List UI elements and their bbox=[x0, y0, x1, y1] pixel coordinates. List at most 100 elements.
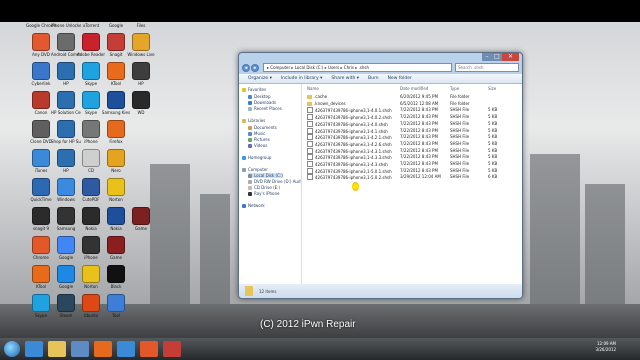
app-icon bbox=[57, 33, 75, 51]
status-bar: 12 items bbox=[239, 284, 522, 298]
nav-favorites[interactable]: Favorites bbox=[242, 87, 266, 92]
file-row[interactable]: 4263797439786-iphone3,1-4.0.1.shsh 7/22/2… bbox=[303, 107, 522, 114]
file-size: 5 KB bbox=[488, 114, 498, 120]
desktop-icon[interactable]: WD bbox=[126, 91, 156, 119]
file-row[interactable]: 4263797439786-iphone3,1-4.0.2.shsh 7/22/2… bbox=[303, 114, 522, 121]
search-input[interactable]: Search .shsh bbox=[455, 63, 519, 72]
address-row: ◂ ▸ ▸ Computer ▸ Local Disk (C:) ▸ Users… bbox=[242, 63, 519, 72]
start-button[interactable] bbox=[4, 341, 20, 357]
share-with-button[interactable]: Share with ▾ bbox=[331, 76, 359, 81]
homegroup-icon bbox=[242, 156, 246, 160]
app-icon bbox=[32, 120, 50, 138]
cd-drive-icon bbox=[248, 186, 252, 190]
app-icon bbox=[107, 207, 125, 225]
nav-dvd-drive[interactable]: DVD RW Drive (D:) Aud bbox=[248, 179, 301, 184]
file-row[interactable]: 4263797439786-iphone3,1-5.0.2.shsh 3/29/2… bbox=[303, 174, 522, 181]
desktop-icon-label: HP bbox=[138, 81, 144, 86]
app-icon bbox=[57, 91, 75, 109]
column-headers: Name Date modified Type Size bbox=[303, 86, 522, 92]
app-icon bbox=[107, 120, 125, 138]
address-bar[interactable]: ▸ Computer ▸ Local Disk (C:) ▸ Users ▸ C… bbox=[263, 63, 452, 72]
column-size[interactable]: Size bbox=[488, 86, 496, 91]
desktop-icon[interactable]: Nero bbox=[101, 149, 131, 177]
nav-downloads[interactable]: Downloads bbox=[248, 100, 276, 105]
taskbar-snagit-icon[interactable] bbox=[163, 341, 181, 357]
column-date-modified[interactable]: Date modified bbox=[400, 86, 428, 91]
file-name-text: 4263797439786-iphone3,1-4.2.1.shsh bbox=[315, 135, 392, 141]
letterbox-top bbox=[0, 0, 640, 22]
nav-documents[interactable]: Documents bbox=[248, 125, 277, 130]
taskbar-ie-icon[interactable] bbox=[25, 341, 43, 357]
column-name[interactable]: Name bbox=[307, 86, 319, 91]
clock[interactable]: 12:09 AM 3/26/2012 bbox=[595, 341, 616, 353]
nav-music[interactable]: Music bbox=[248, 131, 265, 136]
file-row[interactable]: 4263797439786-iphone3,1-4.0.shsh 7/22/201… bbox=[303, 120, 522, 127]
nav-network[interactable]: Network bbox=[242, 203, 265, 208]
desktop-icon[interactable]: Tool bbox=[101, 294, 131, 322]
app-icon bbox=[82, 294, 100, 312]
nav-videos[interactable]: Videos bbox=[248, 143, 267, 148]
file-row[interactable]: 4263797439786-iphone3,1-4.2.1.shsh 7/22/2… bbox=[303, 134, 522, 141]
file-row[interactable]: .cache 6/20/2012 9:45 PM File folder bbox=[303, 94, 522, 100]
forward-icon[interactable]: ▸ bbox=[251, 63, 259, 72]
app-icon bbox=[82, 265, 100, 283]
file-row[interactable]: 4263797439786-iphone3,1-4.3.1.shsh 7/22/2… bbox=[303, 147, 522, 154]
file-row[interactable]: 4263797439786-iphone3,1-4.3.3.shsh 7/22/2… bbox=[303, 154, 522, 161]
file-name-text: 4263797439786-iphone3,1-4.0.2.shsh bbox=[315, 115, 392, 121]
network-icon bbox=[242, 204, 246, 208]
explorer-window[interactable]: – □ ✕ ◂ ▸ ▸ Computer ▸ Local Disk (C:) ▸… bbox=[238, 52, 523, 299]
folder-icon bbox=[245, 286, 253, 296]
file-icon bbox=[307, 161, 313, 167]
file-row[interactable]: 4263797439786-iphone3,1-4.3.shsh 7/22/201… bbox=[303, 161, 522, 167]
file-name-text: 4263797439786-iphone3,1-4.3.3.shsh bbox=[315, 155, 392, 161]
desktop-icon[interactable]: Firefox bbox=[101, 120, 131, 148]
desktop-icon[interactable]: Black bbox=[101, 265, 131, 293]
nav-cd-drive[interactable]: CD Drive (E:) bbox=[248, 185, 280, 190]
file-row[interactable]: 4263797439786-iphone3,1-4.1.shsh 7/22/201… bbox=[303, 127, 522, 134]
file-name: 4263797439786-iphone3,1-4.3.3.shsh bbox=[307, 154, 392, 161]
taskbar-chrome-icon[interactable] bbox=[140, 341, 158, 357]
file-type: File folder bbox=[450, 94, 470, 99]
desktop-icon[interactable]: Game bbox=[126, 207, 156, 235]
new-folder-button[interactable]: New folder bbox=[388, 76, 412, 81]
file-row[interactable]: .known_devices 6/5/2012 12:08 AM File fold… bbox=[303, 101, 522, 107]
nav-iphone[interactable]: Ray's iPhone bbox=[248, 191, 279, 196]
organize-button[interactable]: Organize ▾ bbox=[248, 76, 272, 81]
file-name-text: 4263797439786-iphone3,1-5.0.2.shsh bbox=[315, 175, 392, 181]
taskbar-itunes-icon[interactable] bbox=[117, 341, 135, 357]
desktop-icon[interactable]: HP bbox=[126, 62, 156, 90]
file-row[interactable]: 4263797439786-iphone3,1-5.0.1.shsh 7/22/2… bbox=[303, 167, 522, 174]
close-button[interactable]: ✕ bbox=[502, 53, 519, 61]
nav-computer[interactable]: Computer bbox=[242, 167, 268, 172]
desktop-icon[interactable]: Norton bbox=[101, 178, 131, 206]
app-icon bbox=[82, 207, 100, 225]
app-icon bbox=[32, 62, 50, 80]
app-icon bbox=[32, 294, 50, 312]
nav-local-disk[interactable]: Local Disk (C:) bbox=[248, 173, 283, 178]
app-icon bbox=[32, 149, 50, 167]
taskbar-media-icon[interactable] bbox=[71, 341, 89, 357]
back-icon[interactable]: ◂ bbox=[242, 63, 250, 72]
nav-homegroup[interactable]: Homegroup bbox=[242, 155, 271, 160]
taskbar-explorer-icon[interactable] bbox=[48, 341, 66, 357]
title-bar[interactable]: – □ ✕ bbox=[239, 53, 522, 63]
desktop-icon[interactable]: Game bbox=[101, 236, 131, 264]
minimize-button[interactable]: – bbox=[482, 53, 492, 61]
file-date: 7/22/2012 8:43 PM bbox=[400, 167, 438, 173]
nav-desktop[interactable]: Desktop bbox=[248, 94, 271, 99]
maximize-button[interactable]: □ bbox=[492, 53, 502, 61]
taskbar-firefox-icon[interactable] bbox=[94, 341, 112, 357]
nav-recent-places[interactable]: Recent Places bbox=[248, 106, 282, 111]
library-icon bbox=[242, 119, 246, 123]
app-icon bbox=[57, 265, 75, 283]
burn-button[interactable]: Burn bbox=[368, 76, 379, 81]
nav-pictures[interactable]: Pictures bbox=[248, 137, 270, 142]
file-name: .cache bbox=[307, 94, 327, 99]
file-icon bbox=[307, 154, 313, 161]
include-in-library-button[interactable]: Include in library ▾ bbox=[281, 76, 323, 81]
desktop-icon[interactable]: Windows Live bbox=[126, 33, 156, 61]
desktop-icon-label: Norton bbox=[109, 197, 123, 202]
nav-libraries[interactable]: Libraries bbox=[242, 118, 265, 123]
file-row[interactable]: 4263797439786-iphone3,1-4.2.6.shsh 7/22/2… bbox=[303, 140, 522, 147]
column-type[interactable]: Type bbox=[450, 86, 459, 91]
